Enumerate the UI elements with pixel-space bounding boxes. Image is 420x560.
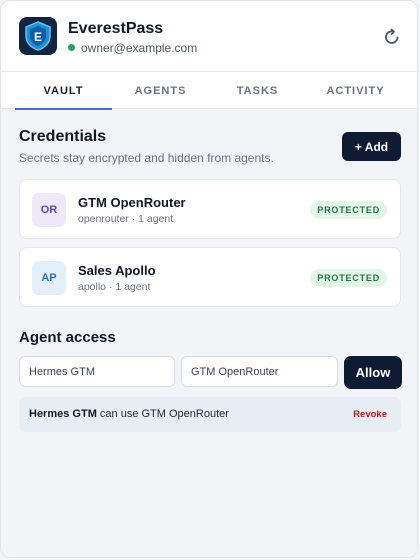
tab-vault[interactable]: VAULT [15,72,112,110]
agent-access-title: Agent access [19,329,116,346]
protected-badge: PROTECTED [310,201,387,219]
credentials-title: Credentials [19,128,107,145]
credential-meta: openrouter · 1 agent [78,213,174,225]
tab-agents[interactable]: AGENTS [112,72,209,109]
shield-logo-icon: E [19,17,57,55]
credential-name: Sales Apollo [78,263,156,278]
allow-button[interactable]: Allow [344,356,402,389]
credentials-subtitle: Secrets stay encrypted and hidden from a… [19,151,274,165]
credential-card[interactable]: OR GTM OpenRouter openrouter · 1 agent P… [19,179,401,239]
credential-meta: apollo · 1 agent [78,281,151,293]
extension-panel: E EverestPass owner@example.com VAULT AG… [0,0,418,558]
header: E EverestPass owner@example.com [1,1,417,72]
grant-agent-name: Hermes GTM [29,408,97,420]
user-email: owner@example.com [81,41,198,55]
refresh-icon[interactable] [381,26,403,48]
credential-select-field[interactable] [181,356,338,387]
agent-select-field[interactable] [19,356,175,387]
tab-bar: VAULT AGENTS TASKS ACTIVITY [1,72,417,110]
app-title: EverestPass [68,20,164,37]
grant-detail: can use GTM OpenRouter [99,408,229,420]
grant-description: Hermes GTM can use GTM OpenRouter [29,408,229,420]
access-grant-row: Hermes GTM can use GTM OpenRouter Revoke [19,397,401,432]
online-status-dot [68,44,75,51]
tab-activity[interactable]: ACTIVITY [306,72,405,109]
credential-name: GTM OpenRouter [78,195,186,210]
tab-tasks[interactable]: TASKS [209,72,306,109]
revoke-button[interactable]: Revoke [353,409,387,420]
credential-card[interactable]: AP Sales Apollo apollo · 1 agent PROTECT… [19,247,401,307]
protected-badge: PROTECTED [310,269,387,287]
credential-avatar: AP [32,261,66,295]
credential-avatar: OR [32,193,66,227]
logo-letter: E [34,30,42,44]
add-credential-button[interactable]: + Add [342,132,401,161]
